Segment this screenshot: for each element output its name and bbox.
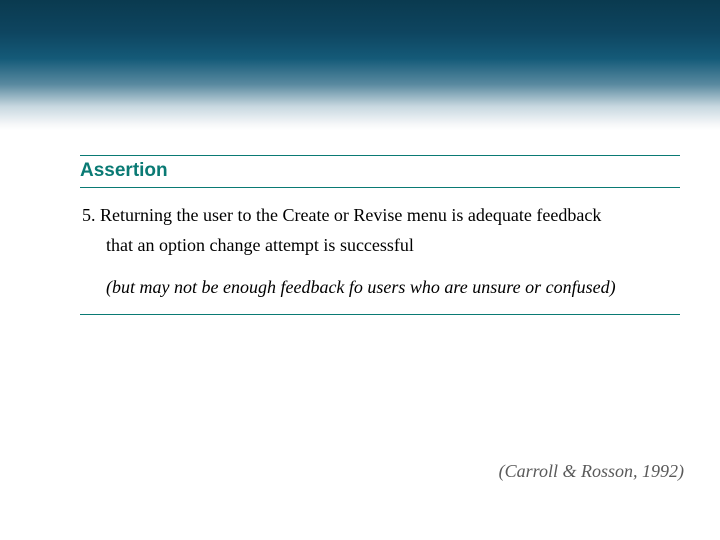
line1-text: Returning the user to the Create or Revi… — [100, 205, 601, 225]
citation: (Carroll & Rosson, 1992) — [499, 461, 684, 482]
assertion-note: (but may not be enough feedback fo users… — [82, 274, 680, 302]
assertion-body: 5. Returning the user to the Create or R… — [80, 202, 680, 315]
item-number: 5. — [82, 205, 96, 225]
content-area: Assertion 5. Returning the user to the C… — [80, 155, 680, 315]
section-title: Assertion — [80, 155, 680, 188]
assertion-line-2: that an option change attempt is success… — [82, 232, 680, 260]
assertion-line-1: 5. Returning the user to the Create or R… — [82, 202, 680, 230]
header-banner — [0, 0, 720, 130]
